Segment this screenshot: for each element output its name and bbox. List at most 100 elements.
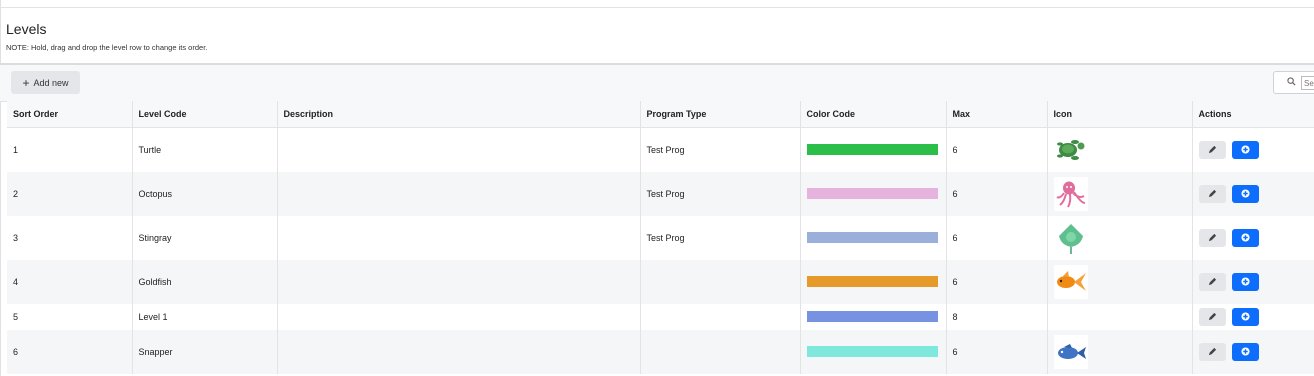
column-header-sort-order[interactable]: Sort Order — [7, 101, 133, 128]
frame-left-border — [0, 0, 1, 376]
icon-cell — [1047, 171, 1193, 216]
column-header-color-code[interactable]: Color Code — [800, 101, 947, 128]
edit-button[interactable] — [1198, 307, 1226, 326]
description-cell — [277, 303, 641, 330]
edit-button[interactable] — [1198, 342, 1226, 361]
table-row[interactable]: 2 Octopus Test Prog 6 — [7, 171, 1314, 216]
color-swatch — [806, 346, 938, 357]
edit-button[interactable] — [1198, 140, 1226, 159]
snapper-fish-icon — [1053, 334, 1088, 369]
program-type-cell: Test Prog — [640, 127, 801, 172]
description-cell — [277, 171, 641, 216]
search-input[interactable] — [1301, 76, 1314, 90]
stingray-icon — [1053, 220, 1088, 255]
info-button[interactable] — [1231, 307, 1259, 326]
sort-order-cell: 2 — [7, 171, 133, 216]
table-row[interactable]: 6 Snapper 6 — [7, 329, 1314, 374]
program-type-cell: Test Prog — [640, 215, 801, 260]
description-cell — [277, 329, 641, 374]
actions-cell — [1192, 329, 1314, 374]
sort-order-cell: 4 — [7, 259, 133, 304]
max-cell: 6 — [946, 329, 1048, 374]
levels-table: Sort Order Level Code Description Progra… — [7, 101, 1314, 374]
color-code-cell — [800, 127, 947, 172]
reorder-note: NOTE: Hold, drag and drop the level row … — [6, 43, 208, 52]
table-row[interactable]: 5 Level 1 8 — [7, 303, 1314, 330]
frame-top-border — [0, 7, 1314, 8]
add-new-button[interactable]: + Add new — [11, 71, 80, 94]
level-code-cell: Goldfish — [132, 259, 278, 304]
column-header-program-type[interactable]: Program Type — [640, 101, 801, 128]
column-header-max[interactable]: Max — [946, 101, 1048, 128]
info-button[interactable] — [1231, 342, 1259, 361]
level-code-cell: Snapper — [132, 329, 278, 374]
sort-order-cell: 6 — [7, 329, 133, 374]
color-code-cell — [800, 171, 947, 216]
info-button[interactable] — [1231, 272, 1259, 291]
program-type-cell: Test Prog — [640, 171, 801, 216]
color-swatch — [806, 311, 938, 322]
info-button[interactable] — [1231, 184, 1259, 203]
actions-cell — [1192, 259, 1314, 304]
column-header-level-code[interactable]: Level Code — [132, 101, 278, 128]
edit-button[interactable] — [1198, 272, 1226, 291]
edit-button[interactable] — [1198, 228, 1226, 247]
icon-cell — [1047, 329, 1193, 374]
color-swatch — [806, 276, 938, 287]
description-cell — [277, 215, 641, 260]
icon-cell — [1047, 259, 1193, 304]
info-button[interactable] — [1231, 140, 1259, 159]
level-code-cell: Turtle — [132, 127, 278, 172]
table-row[interactable]: 4 Goldfish 6 — [7, 259, 1314, 304]
page-title: Levels — [6, 21, 47, 37]
plus-circle-icon — [1240, 347, 1250, 356]
program-type-cell — [640, 259, 801, 304]
max-cell: 6 — [946, 215, 1048, 260]
actions-cell — [1192, 171, 1314, 216]
octopus-icon — [1053, 176, 1088, 211]
pencil-icon — [1208, 277, 1216, 286]
icon-cell — [1047, 215, 1193, 260]
max-cell: 6 — [946, 127, 1048, 172]
icon-cell — [1047, 303, 1193, 330]
actions-cell — [1192, 127, 1314, 172]
sort-order-cell: 3 — [7, 215, 133, 260]
table-row[interactable]: 1 Turtle Test Prog 6 — [7, 127, 1314, 172]
search-box[interactable] — [1273, 71, 1314, 94]
description-cell — [277, 259, 641, 304]
level-code-cell: Octopus — [132, 171, 278, 216]
sort-order-cell: 1 — [7, 127, 133, 172]
table-row[interactable]: 3 Stingray Test Prog 6 — [7, 215, 1314, 260]
actions-cell — [1192, 303, 1314, 330]
sort-order-cell: 5 — [7, 303, 133, 330]
turtle-icon — [1053, 132, 1088, 167]
plus-circle-icon — [1240, 189, 1250, 198]
icon-cell — [1047, 127, 1193, 172]
column-header-description[interactable]: Description — [277, 101, 641, 128]
column-header-actions: Actions — [1192, 101, 1314, 128]
edit-button[interactable] — [1198, 184, 1226, 203]
color-code-cell — [800, 329, 947, 374]
level-code-cell: Stingray — [132, 215, 278, 260]
color-swatch — [806, 188, 938, 199]
column-header-icon[interactable]: Icon — [1047, 101, 1193, 128]
plus-icon: + — [22, 75, 30, 90]
max-cell: 8 — [946, 303, 1048, 330]
add-new-label: Add new — [33, 77, 69, 88]
plus-circle-icon — [1240, 233, 1250, 242]
max-cell: 6 — [946, 259, 1048, 304]
pencil-icon — [1208, 312, 1216, 321]
plus-circle-icon — [1240, 145, 1250, 154]
color-swatch — [806, 232, 938, 243]
max-cell: 6 — [946, 171, 1048, 216]
color-code-cell — [800, 303, 947, 330]
goldfish-icon — [1053, 264, 1088, 299]
table-toolbar: + Add new — [0, 65, 1314, 102]
color-swatch — [806, 144, 938, 156]
color-code-cell — [800, 215, 947, 260]
plus-circle-icon — [1240, 312, 1250, 321]
pencil-icon — [1208, 146, 1216, 154]
pencil-icon — [1208, 347, 1216, 356]
info-button[interactable] — [1231, 228, 1259, 247]
pencil-icon — [1208, 233, 1216, 242]
